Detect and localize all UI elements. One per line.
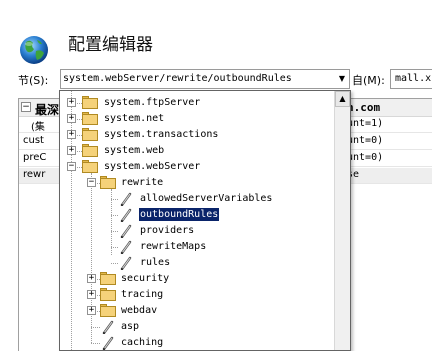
page-title: 配置编辑器 — [68, 35, 153, 55]
folder-icon — [82, 96, 98, 109]
tree-node-label: system.net — [104, 113, 165, 124]
tree-node-label: rewriteMaps — [140, 241, 207, 252]
tree-node-label: tracing — [121, 289, 164, 300]
folder-icon — [100, 288, 116, 301]
collapse-icon[interactable]: − — [21, 102, 31, 112]
collapse-icon[interactable]: − — [87, 178, 96, 187]
tree-connector-line — [111, 263, 118, 264]
expand-icon[interactable]: + — [87, 306, 96, 315]
pen-icon — [102, 336, 114, 350]
tree-node[interactable]: + system.transactions — [60, 127, 334, 143]
tree-node[interactable]: + system.web — [60, 143, 334, 159]
tree-node[interactable]: + webdav — [60, 303, 334, 319]
grid-row-value: unt=0) — [347, 135, 384, 146]
tree-node-label: asp — [121, 321, 140, 332]
expand-icon[interactable]: + — [67, 114, 76, 123]
collapse-icon[interactable]: − — [67, 162, 76, 171]
folder-icon — [100, 272, 116, 285]
tree-node-label: webdav — [121, 305, 158, 316]
folder-icon — [82, 112, 98, 125]
tree-node-label: rewrite — [121, 177, 164, 188]
tree-node[interactable]: caching — [60, 335, 334, 350]
tree-node[interactable]: rules — [60, 255, 334, 271]
header: 配置编辑器 — [0, 0, 432, 68]
pen-icon — [120, 208, 132, 222]
section-combo[interactable]: system.webServer/rewrite/outboundRules ▼ — [60, 69, 350, 89]
pen-icon — [120, 240, 132, 254]
grid-row-value: unt=1) — [347, 118, 384, 129]
tree-node-label: system.ftpServer — [104, 97, 201, 108]
tree-connector-line — [111, 247, 118, 248]
grid-row-key: (集 — [31, 122, 45, 133]
pen-icon — [120, 256, 132, 270]
grid-row-value: unt=0) — [347, 152, 384, 163]
tree-node[interactable]: asp — [60, 319, 334, 335]
folder-icon — [100, 304, 116, 317]
section-selector-row: 节(S): system.webServer/rewrite/outboundR… — [0, 68, 432, 90]
folder-icon — [100, 176, 116, 189]
folder-icon — [82, 128, 98, 141]
from-label: 自(M): — [352, 74, 385, 87]
tree-node[interactable]: + security — [60, 271, 334, 287]
section-tree-dropdown[interactable]: + system.ftpServer + system.net + system.tran… — [59, 90, 351, 351]
from-combo[interactable]: mall.x — [390, 69, 432, 89]
tree-node[interactable]: − system.webServer — [60, 159, 334, 175]
tree-node-label: outboundRules — [137, 207, 221, 222]
tree-node[interactable]: + tracing — [60, 287, 334, 303]
pen-icon — [102, 320, 114, 334]
pen-icon — [120, 192, 132, 206]
tree-node[interactable]: allowedServerVariables — [60, 191, 334, 207]
tree-connector-line — [111, 231, 118, 232]
grid-header-title: 最深 — [35, 103, 60, 117]
tree-node[interactable]: rewriteMaps — [60, 239, 334, 255]
tree-connector-line — [91, 327, 100, 328]
pen-icon — [120, 224, 132, 238]
expand-icon[interactable]: + — [67, 98, 76, 107]
tree-node-label: providers — [140, 225, 195, 236]
section-combo-value: system.webServer/rewrite/outboundRules — [63, 73, 292, 84]
section-label: 节(S): — [18, 74, 49, 87]
folder-icon — [82, 144, 98, 157]
scroll-up-arrow-icon[interactable]: ▲ — [335, 91, 350, 107]
tree-node[interactable]: providers — [60, 223, 334, 239]
tree-node[interactable]: + system.net — [60, 111, 334, 127]
grid-header-value: n.com — [347, 101, 381, 114]
tree-connector-line — [111, 199, 118, 200]
grid-row-key: cust — [23, 135, 44, 146]
expand-icon[interactable]: + — [87, 274, 96, 283]
globe-icon — [20, 36, 48, 64]
expand-icon[interactable]: + — [87, 290, 96, 299]
tree-node-label: caching — [121, 337, 164, 348]
tree-connector-line — [91, 343, 100, 344]
expand-icon[interactable]: + — [67, 146, 76, 155]
chevron-down-icon[interactable]: ▼ — [335, 70, 349, 88]
grid-row-key: rewr — [23, 169, 46, 180]
tree-node-label: system.webServer — [104, 161, 201, 172]
tree-node[interactable]: + system.ftpServer — [60, 95, 334, 111]
tree-node-label: security — [121, 273, 170, 284]
tree-node[interactable]: − rewrite — [60, 175, 334, 191]
expand-icon[interactable]: + — [67, 130, 76, 139]
from-combo-value: mall.x — [395, 73, 432, 84]
tree-connector-line — [111, 215, 118, 216]
tree-node-label: system.web — [104, 145, 165, 156]
grid-row-key: preC — [23, 152, 47, 163]
scrollbar[interactable]: ▲ — [334, 91, 350, 350]
tree-node-label: allowedServerVariables — [140, 193, 273, 204]
tree-node-label: system.transactions — [104, 129, 219, 140]
folder-icon — [82, 160, 98, 173]
tree-node[interactable]: outboundRules — [60, 207, 334, 223]
tree-node-label: rules — [140, 257, 171, 268]
